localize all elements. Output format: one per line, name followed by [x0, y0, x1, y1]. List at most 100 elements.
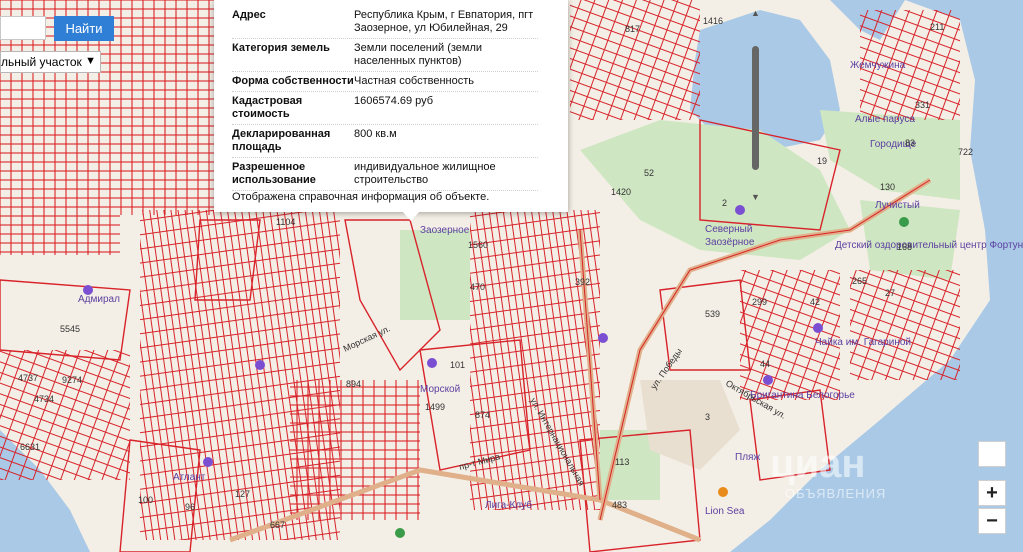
place-label: Северный	[705, 224, 752, 235]
info-note: Отображена справочная информация об объе…	[232, 191, 490, 203]
scroll-up-icon[interactable]: ▲	[751, 8, 760, 18]
parcel-number: 817	[625, 24, 640, 34]
parcel-grid	[0, 350, 130, 480]
hotel-icon	[427, 358, 437, 368]
parcel-number: 113	[615, 457, 629, 467]
parcel-number: 6631	[20, 442, 40, 452]
zoom-out-button[interactable]: −	[978, 508, 1006, 534]
place-label: Чайка им. Гагариной	[815, 337, 911, 348]
parcel-number: 96	[185, 502, 195, 512]
parcel-number: 127	[235, 489, 250, 499]
parcel-number: 52	[644, 168, 654, 178]
hotel-icon	[735, 205, 745, 215]
chevron-down-icon: ▼	[85, 55, 96, 67]
parcel-number: 5545	[60, 324, 80, 334]
info-row: Форма собственности Частная собственность	[232, 72, 538, 92]
park-icon	[899, 217, 909, 227]
parcel-number: 1104	[276, 217, 295, 227]
info-key: Разрешенное использование	[232, 161, 316, 186]
info-row: Категория земель Земли поселений (земли н…	[232, 39, 538, 72]
parcel-number: 168	[897, 242, 912, 252]
parcel-number: 3	[705, 412, 710, 422]
parcel-number: 299	[752, 297, 767, 307]
info-value: индивидуальное жилищное строительство	[354, 161, 496, 186]
parcel-number: 483	[612, 500, 627, 510]
info-key: Категория земель	[232, 42, 330, 54]
info-popup: Адрес Республика Крым, г Евпатория, пгт З…	[214, 0, 760, 221]
parcel-grid	[570, 0, 700, 120]
info-value: 1606574.69 руб	[354, 95, 434, 107]
place-label: Лучистый	[875, 200, 920, 211]
search-button[interactable]: Найти	[54, 16, 114, 41]
parcel-number: 1560	[468, 240, 488, 250]
parcel-number: 42	[810, 297, 820, 307]
parcel-number: 19	[817, 156, 827, 166]
info-key: Кадастровая стоимость	[232, 95, 303, 120]
parcel-number: 2	[722, 198, 727, 208]
parcel-number: 27	[885, 288, 895, 298]
parcel-number: 83	[905, 138, 915, 148]
zoom-in-button[interactable]: +	[978, 480, 1006, 506]
place-label: Лига-Клуб	[485, 499, 532, 511]
food-icon	[718, 487, 728, 497]
info-row: Кадастровая стоимость 1606574.69 руб	[232, 92, 538, 125]
parcel-number: 4734	[34, 394, 54, 404]
info-key: Адрес	[232, 9, 266, 21]
map-layer-button[interactable]	[978, 441, 1006, 467]
info-value: 800 кв.м	[354, 128, 397, 140]
info-value: Земли поселений (земли населенных пункто…	[354, 42, 483, 67]
park-icon	[395, 528, 405, 538]
info-row: Декларированная площадь 800 кв.м	[232, 125, 538, 158]
info-key: Форма собственности	[232, 75, 354, 87]
place-label: Заозерное	[420, 225, 470, 236]
info-rows: Адрес Республика Крым, г Евпатория, пгт З…	[232, 6, 538, 191]
watermark-brand: циан	[770, 442, 866, 486]
parcel-grid	[0, 215, 120, 255]
parcel-number: 4737	[18, 373, 38, 383]
hotel-icon	[763, 375, 773, 385]
hotel-icon	[203, 457, 213, 467]
place-label: Жемчужина	[850, 60, 906, 71]
parcel-number: 101	[450, 360, 465, 370]
place-label: Пляж	[735, 452, 760, 463]
search-input[interactable]	[0, 16, 46, 40]
info-row: Адрес Республика Крым, г Евпатория, пгт З…	[232, 6, 538, 39]
parcel-number: 539	[705, 309, 720, 319]
parcel-number: 100	[138, 495, 153, 505]
layer-select-value: льный участок	[1, 55, 82, 69]
place-label: Алые паруса	[855, 114, 915, 125]
place-label: Морской	[420, 384, 460, 395]
info-value: Республика Крым, г Евпатория, пгт Заозер…	[354, 9, 534, 34]
parcel-number: 331	[915, 100, 930, 110]
parcel-number: 874	[475, 410, 490, 420]
parcel-number: 470	[470, 282, 485, 292]
place-label: Lion Sea	[705, 506, 745, 517]
parcel-number: 9274	[62, 375, 82, 385]
popup-scrollbar[interactable]: ▲ ▼	[751, 8, 761, 204]
watermark-sub: ОБЪЯВЛЕНИЯ	[785, 486, 887, 501]
parcel-number: 1420	[611, 187, 631, 197]
place-label: Заозёрное	[705, 237, 755, 248]
place-label: Атлант	[173, 472, 206, 483]
popup-pointer	[402, 211, 420, 221]
place-label: Адмирал	[78, 294, 120, 305]
info-key: Декларированная площадь	[232, 128, 331, 153]
hotel-icon	[83, 285, 93, 295]
place-label: Детский оздоровительный центр Фортуна	[835, 240, 1023, 251]
parcel-grid	[740, 270, 840, 400]
parcel-grid	[850, 270, 960, 380]
scroll-down-icon[interactable]: ▼	[751, 192, 760, 202]
hotel-icon	[255, 360, 265, 370]
parcel-number: 265	[852, 276, 867, 286]
parcel-grid	[290, 380, 420, 520]
layer-select[interactable]: льный участок ▼	[0, 51, 101, 73]
hotel-icon	[813, 323, 823, 333]
parcel-number: 894	[346, 379, 361, 389]
parcel-number: 130	[880, 182, 895, 192]
parcel-number: 211	[930, 22, 944, 32]
park	[400, 230, 470, 320]
info-value: Частная собственность	[354, 75, 475, 87]
scroll-thumb[interactable]	[752, 46, 759, 170]
parcel-number: 1416	[703, 16, 723, 26]
parcel-number: 667	[270, 520, 285, 530]
